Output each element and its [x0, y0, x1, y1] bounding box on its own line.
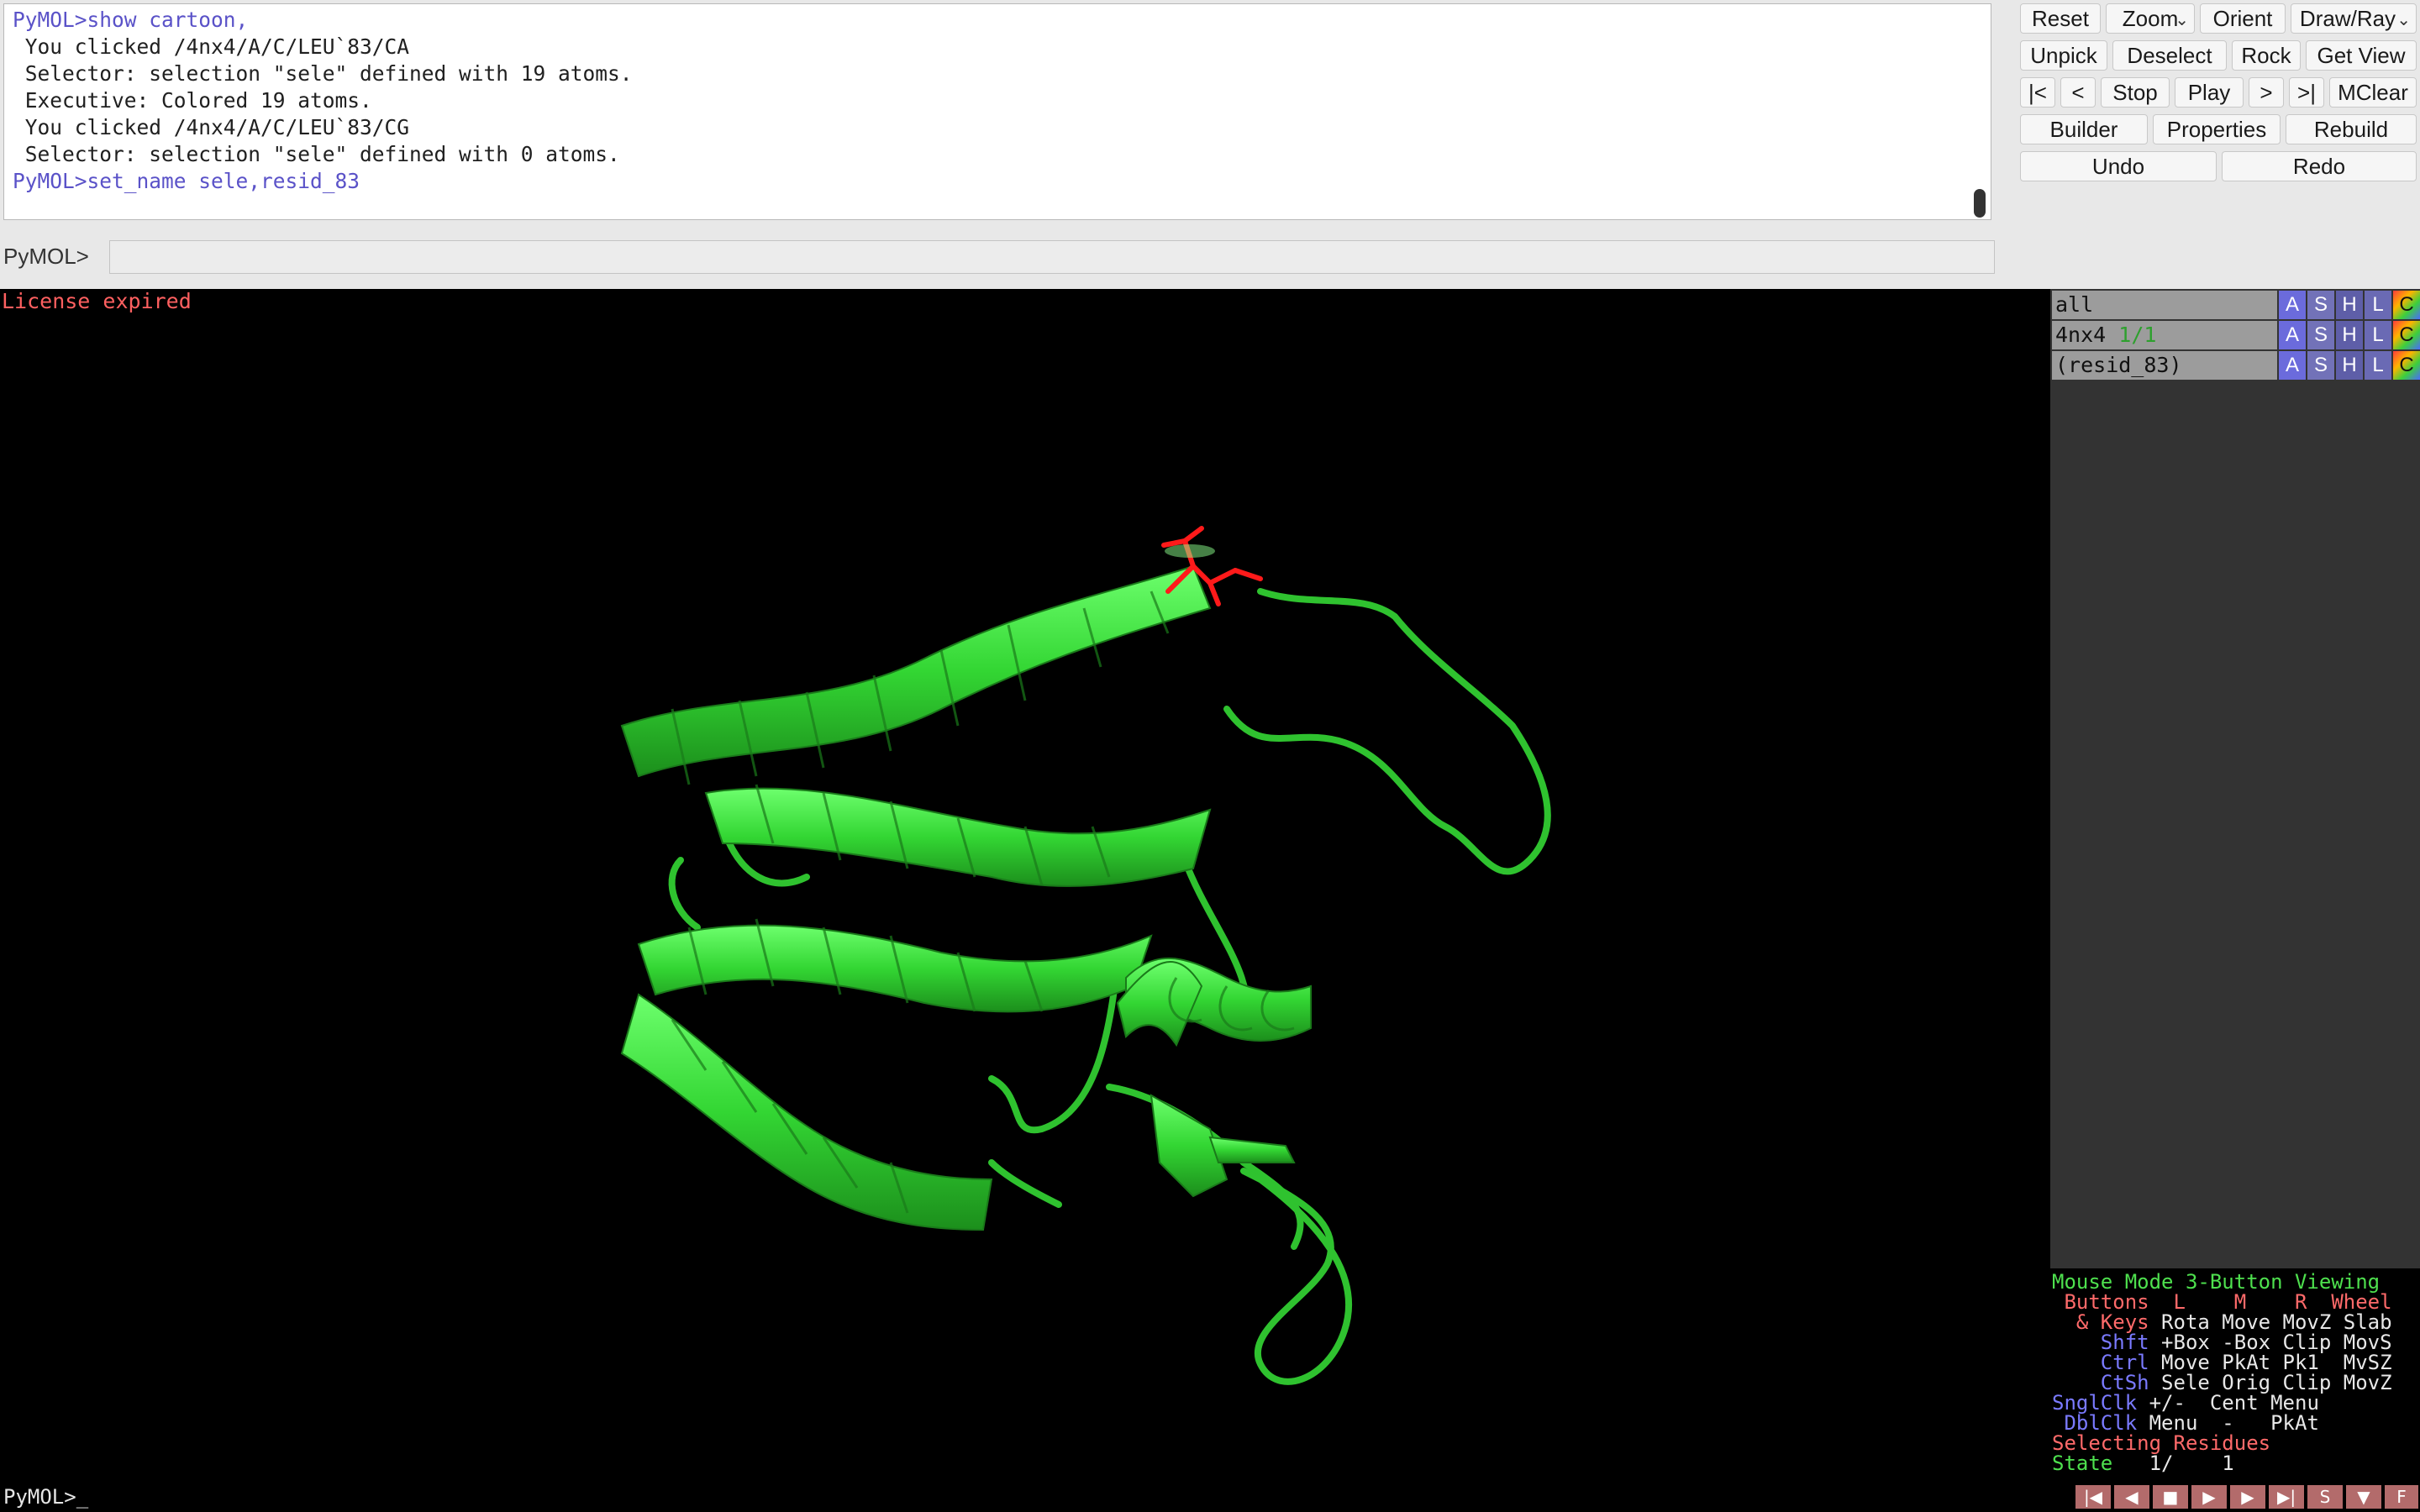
step-forward-button[interactable]: ▶ — [2230, 1485, 2265, 1509]
state-indicator: State 1/ 1 — [2052, 1453, 2234, 1473]
mouse-binding-row: CtSh Sele Orig Clip MovZ — [2052, 1373, 2392, 1393]
stop-playback-button[interactable]: ■ — [2153, 1485, 2188, 1509]
object-name[interactable]: 4nx4 1/1 — [2052, 321, 2277, 349]
license-warning: License expired — [2, 289, 192, 313]
mouse-mode-panel[interactable]: Mouse Mode 3-Button Viewing Buttons L M … — [2050, 1268, 2420, 1482]
action-button[interactable]: A — [2279, 321, 2306, 349]
output-log: PyMOL>show cartoon, You clicked /4nx4/A/… — [3, 3, 1991, 220]
hide-button[interactable]: H — [2336, 351, 2363, 380]
orient-button[interactable]: Orient — [2200, 3, 2286, 34]
scene-menu-button[interactable]: ▼ — [2346, 1485, 2381, 1509]
get-view-button[interactable]: Get View — [2306, 40, 2417, 71]
log-line: PyMOL>set_name sele,resid_83 — [13, 169, 360, 193]
label-button[interactable]: L — [2365, 351, 2391, 380]
log-scrollbar[interactable] — [1974, 189, 1986, 218]
object-state: 1/1 — [2118, 323, 2157, 347]
play-button[interactable]: Play — [2175, 77, 2244, 108]
scene-button[interactable]: S — [2307, 1485, 2343, 1509]
object-name-label: all — [2055, 292, 2094, 317]
zoom-button[interactable]: Zoom ⌄ — [2106, 3, 2195, 34]
draw-ray-label: Draw/Ray — [2299, 6, 2396, 31]
last-frame-button[interactable]: >| — [2289, 77, 2324, 108]
state-value: 1/ 1 — [2112, 1452, 2234, 1475]
rock-button[interactable]: Rock — [2232, 40, 2301, 71]
play-playback-button[interactable]: ▶ — [2191, 1485, 2227, 1509]
rebuild-button[interactable]: Rebuild — [2286, 114, 2417, 144]
protein-cartoon — [620, 526, 1551, 1385]
unpick-button[interactable]: Unpick — [2020, 40, 2107, 71]
hide-button[interactable]: H — [2336, 321, 2363, 349]
show-button[interactable]: S — [2307, 321, 2334, 349]
fullscreen-button[interactable]: F — [2385, 1485, 2418, 1509]
show-button[interactable]: S — [2307, 351, 2334, 380]
next-frame-button[interactable]: > — [2249, 77, 2284, 108]
viewer-command-line[interactable]: PyMOL>_ — [0, 1482, 2049, 1512]
mclear-button[interactable]: MClear — [2329, 77, 2417, 108]
protein-helices — [620, 564, 1312, 1231]
stop-button[interactable]: Stop — [2101, 77, 2170, 108]
rewind-button[interactable]: |◀ — [2075, 1485, 2111, 1509]
undo-button[interactable]: Undo — [2020, 151, 2217, 181]
object-name-label: 4nx4 — [2055, 323, 2119, 347]
hide-button[interactable]: H — [2336, 291, 2363, 319]
label-button[interactable]: L — [2365, 291, 2391, 319]
helix-end-cap — [1165, 544, 1215, 558]
log-line: You clicked /4nx4/A/C/LEU`83/CG — [13, 115, 410, 139]
prev-frame-button[interactable]: < — [2060, 77, 2096, 108]
object-name-label: (resid_83) — [2055, 353, 2182, 377]
zoom-label: Zoom — [2122, 6, 2179, 31]
object-row-4nx4[interactable]: 4nx4 1/1 A S H L C — [2052, 321, 2420, 349]
deselect-button[interactable]: Deselect — [2112, 40, 2227, 71]
log-line: Selector: selection "sele" defined with … — [13, 61, 633, 86]
playback-controls: |◀ ◀ ■ ▶ ▶ ▶| S ▼ F — [2050, 1482, 2420, 1512]
object-name[interactable]: (resid_83) — [2052, 351, 2277, 380]
log-line: You clicked /4nx4/A/C/LEU`83/CA — [13, 34, 410, 59]
label-button[interactable]: L — [2365, 321, 2391, 349]
properties-button[interactable]: Properties — [2153, 114, 2281, 144]
mouse-mode-title: Mouse Mode 3-Button Viewing — [2052, 1270, 2381, 1294]
redo-button[interactable]: Redo — [2222, 151, 2417, 181]
action-button[interactable]: A — [2279, 351, 2306, 380]
chevron-down-icon: ⌄ — [2175, 11, 2189, 29]
object-row-resid-83[interactable]: (resid_83) A S H L C — [2052, 351, 2420, 380]
step-back-button[interactable]: ◀ — [2114, 1485, 2149, 1509]
mouse-binding-row: SnglClk +/- Cent Menu — [2052, 1393, 2319, 1413]
object-name[interactable]: all — [2052, 291, 2277, 319]
selecting-mode[interactable]: Selecting Residues — [2052, 1433, 2270, 1453]
command-prompt-label: PyMOL> — [3, 244, 89, 269]
builder-button[interactable]: Builder — [2020, 114, 2148, 144]
log-line: Selector: selection "sele" defined with … — [13, 142, 620, 166]
action-button[interactable]: A — [2279, 291, 2306, 319]
fast-forward-button[interactable]: ▶| — [2269, 1485, 2304, 1509]
color-button[interactable]: C — [2393, 351, 2420, 380]
color-button[interactable]: C — [2393, 321, 2420, 349]
object-row-all[interactable]: all A S H L C — [2052, 291, 2420, 319]
chevron-down-icon: ⌄ — [2396, 11, 2411, 29]
log-line: Executive: Colored 19 atoms. — [13, 88, 372, 113]
color-button[interactable]: C — [2393, 291, 2420, 319]
mouse-binding-row: & Keys Rota Move MovZ Slab — [2052, 1312, 2392, 1332]
mouse-binding-row: DblClk Menu - PkAt — [2052, 1413, 2318, 1433]
mouse-binding-row: Ctrl Move PkAt Pk1 MvSZ — [2052, 1352, 2392, 1373]
log-line: PyMOL>show cartoon, — [13, 8, 249, 32]
viewer-prompt-text: PyMOL>_ — [3, 1485, 89, 1509]
first-frame-button[interactable]: |< — [2020, 77, 2055, 108]
top-panel: PyMOL>show cartoon, You clicked /4nx4/A/… — [0, 0, 2420, 289]
reset-button[interactable]: Reset — [2020, 3, 2101, 34]
molecular-viewer[interactable]: License expired — [0, 289, 2049, 1482]
mouse-button-header: Buttons L M R Wheel — [2052, 1290, 2392, 1314]
command-input[interactable] — [109, 240, 1995, 274]
mouse-binding-row: Shft +Box -Box Clip MovS — [2052, 1332, 2392, 1352]
draw-ray-button[interactable]: Draw/Ray ⌄ — [2291, 3, 2417, 34]
state-label: State — [2052, 1452, 2113, 1475]
show-button[interactable]: S — [2307, 291, 2334, 319]
